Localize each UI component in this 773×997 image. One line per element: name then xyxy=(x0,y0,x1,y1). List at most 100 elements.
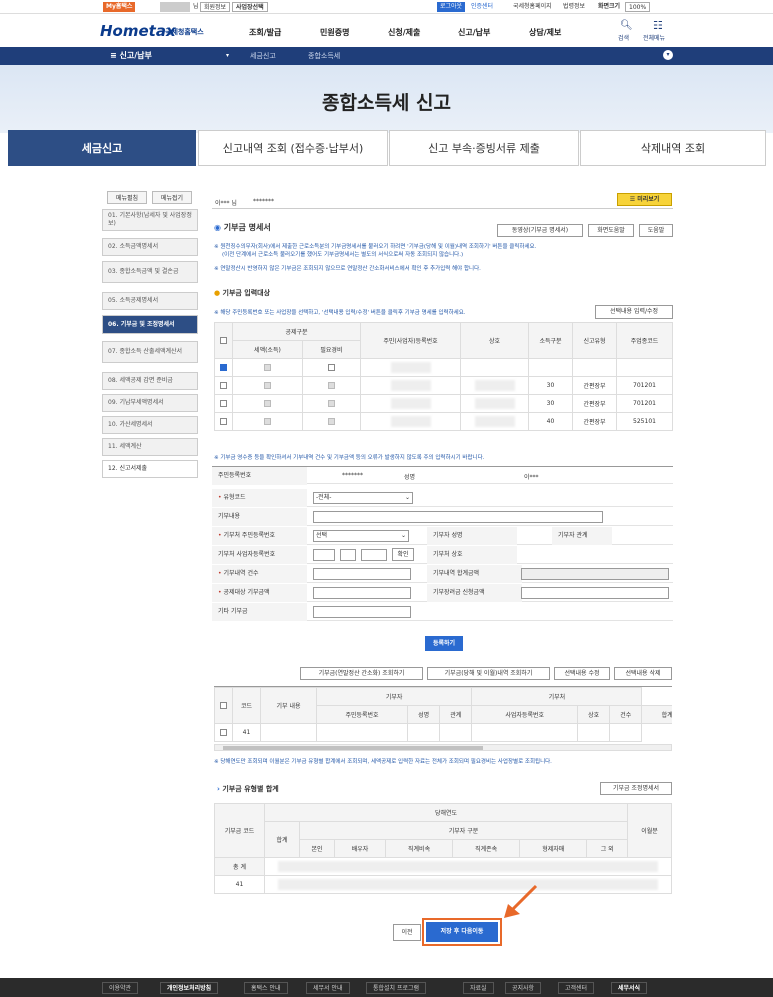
row-checkbox[interactable] xyxy=(220,382,227,389)
hometax-logo-sub: 국세청홈택스 xyxy=(165,28,204,36)
save-next-button[interactable]: 저장 후 다음이동 xyxy=(426,922,498,942)
code-row-label: 41 xyxy=(214,875,265,894)
count-input[interactable] xyxy=(313,568,411,580)
row-checkbox[interactable] xyxy=(220,729,227,736)
menu-consult[interactable]: 상담/제보 xyxy=(529,27,561,38)
content-input[interactable] xyxy=(313,511,603,523)
step-10[interactable]: 10. 가산세명세서 xyxy=(102,416,198,434)
cert-center-link[interactable]: 인증센터 xyxy=(468,2,496,12)
menu-expand-button[interactable]: 메뉴펼침 xyxy=(107,191,147,204)
nts-homepage-link[interactable]: 국세청홈페이지 xyxy=(510,2,555,12)
table-row[interactable] xyxy=(214,358,673,377)
footer-forms[interactable]: 세무서식 xyxy=(611,982,648,994)
all-menu-icon[interactable]: ☷ xyxy=(653,19,663,32)
content-label: 기부내용 xyxy=(212,508,307,526)
breadcrumb-level2[interactable]: 세금신고 xyxy=(250,51,276,61)
preview-button[interactable]: ☰ 미리보기 xyxy=(617,193,672,206)
table-row[interactable]: 40 간편장부 525101 xyxy=(214,412,673,431)
tab-report-history[interactable]: 신고내역 조회 (접수증·납부서) xyxy=(198,130,388,166)
row-checkbox[interactable] xyxy=(220,364,227,371)
etc-input[interactable] xyxy=(313,606,411,618)
breadcrumb-level3[interactable]: 종합소득세 xyxy=(308,51,340,61)
chevron-down-icon[interactable]: ▾ xyxy=(226,52,229,59)
tab-attachments[interactable]: 신고 부속·증빙서류 제출 xyxy=(389,130,579,166)
seaek-checkbox xyxy=(263,418,271,425)
jueop-cell: 525101 xyxy=(616,412,673,431)
footer-privacy[interactable]: 개인정보처리방침 xyxy=(160,982,219,994)
t3-header-total: 합계 xyxy=(264,821,300,858)
carryover-query-button[interactable]: 기부금(당해 및 이월)내역 조회하기 xyxy=(427,667,550,680)
t2-header-name: 성명 xyxy=(407,705,441,724)
header-checkbox[interactable] xyxy=(214,322,233,359)
footer-notice[interactable]: 공지사항 xyxy=(505,982,542,994)
singo-cell xyxy=(572,358,617,377)
tab-deleted-history[interactable]: 삭제내역 조회 xyxy=(580,130,766,166)
footer-library[interactable]: 자료실 xyxy=(463,982,494,994)
video-help-button[interactable]: 동영상(기부금 명세서) xyxy=(497,224,583,237)
biz-no-input-1[interactable] xyxy=(313,549,335,561)
menu-inquiry[interactable]: 조회/발급 xyxy=(249,27,281,38)
register-button[interactable]: 등록하기 xyxy=(425,636,463,651)
step-07[interactable]: 07. 종합소득 산출세액계산서 xyxy=(102,341,198,363)
yearend-query-button[interactable]: 기부금(연말정산 간소화) 조회하기 xyxy=(300,667,423,680)
table-row[interactable]: 30 간편장부 701201 xyxy=(214,376,673,395)
breadcrumb-section[interactable]: ≡ 신고/납부 xyxy=(110,50,152,61)
step-09[interactable]: 09. 기납부세액명세서 xyxy=(102,394,198,412)
help-button[interactable]: 도움말 xyxy=(639,224,673,237)
logout-button[interactable]: 로그아웃 xyxy=(437,2,466,12)
business-select-button[interactable]: 사업장선택 xyxy=(232,2,268,12)
menu-apply[interactable]: 신청/제출 xyxy=(388,27,420,38)
table-row: 총 계 xyxy=(214,857,672,876)
zoom-value[interactable]: 100% xyxy=(625,2,651,12)
checkbox-all[interactable] xyxy=(220,702,227,709)
type-code-select[interactable]: -전체- ⌄ xyxy=(313,492,413,504)
footer-support[interactable]: 고객센터 xyxy=(558,982,595,994)
breadcrumb-toggle-icon[interactable]: ▾ xyxy=(663,50,673,60)
t3-header-year: 당해연도 xyxy=(264,803,628,822)
biz-confirm-button[interactable]: 확인 xyxy=(392,548,414,561)
t2-header-sangho: 상호 xyxy=(577,705,611,724)
my-hometax-link[interactable]: My홈택스 xyxy=(103,2,136,12)
footer-office-guide[interactable]: 세무서 안내 xyxy=(306,982,350,994)
row-checkbox[interactable] xyxy=(220,400,227,407)
prev-button[interactable]: 이전 xyxy=(393,924,421,941)
menu-civil[interactable]: 민원증명 xyxy=(320,27,349,38)
table-row[interactable]: 30 간편장부 701201 xyxy=(214,394,673,413)
scrollbar-thumb[interactable] xyxy=(223,746,483,750)
t2-header-place: 기부처 xyxy=(471,687,643,706)
step-05[interactable]: 05. 소득공제명세서 xyxy=(102,292,198,310)
checkbox-all[interactable] xyxy=(220,337,227,344)
step-01[interactable]: 01. 기본사항(납세자 및 사업장정보) xyxy=(102,209,198,231)
biz-no-input-2[interactable] xyxy=(340,549,356,561)
menu-collapse-button[interactable]: 메뉴접기 xyxy=(152,191,192,204)
donor-jumin-select[interactable]: 선택 ⌄ xyxy=(313,530,409,542)
select-edit-button[interactable]: 선택내용 입력/수정 xyxy=(595,305,673,319)
row-checkbox[interactable] xyxy=(220,418,227,425)
step-03[interactable]: 03. 종합소득금액 및 결손금 xyxy=(102,261,198,283)
footer-terms[interactable]: 이용약관 xyxy=(102,982,139,994)
horizontal-scrollbar[interactable] xyxy=(214,744,672,751)
adjust-statement-button[interactable]: 기부금 조정명세서 xyxy=(600,782,672,795)
step-11[interactable]: 11. 세액계산 xyxy=(102,438,198,456)
tab-tax-report[interactable]: 세금신고 xyxy=(8,130,196,166)
code-row-blur xyxy=(278,879,658,890)
delete-selected-button[interactable]: 선택내용 삭제 xyxy=(614,667,672,680)
step-02[interactable]: 02. 소득금액명세서 xyxy=(102,238,198,256)
edit-selected-button[interactable]: 선택내용 수정 xyxy=(554,667,610,680)
encourage-input[interactable] xyxy=(521,587,669,599)
deduct-input[interactable] xyxy=(313,587,411,599)
footer-install[interactable]: 통합설치 프로그램 xyxy=(366,982,427,994)
footer-hometax-guide[interactable]: 홈택스 안내 xyxy=(244,982,288,994)
step-12[interactable]: 12. 신고서제출 xyxy=(102,460,198,478)
note-load-sub: (이전 단계에서 근로소득 불러오기를 했어도 기부금명세서는 별도의 서식으로… xyxy=(222,252,464,258)
menu-report[interactable]: 신고/납부 xyxy=(458,27,490,38)
biz-no-input-3[interactable] xyxy=(361,549,387,561)
screen-help-button[interactable]: 화면도움말 xyxy=(588,224,634,237)
preview-label: 미리보기 xyxy=(637,196,660,203)
step-08[interactable]: 08. 세액공제 감면 준비금 xyxy=(102,372,198,390)
table-row[interactable]: 41 xyxy=(214,723,673,742)
search-icon[interactable]: 🔍︎ xyxy=(620,20,633,31)
member-info-link[interactable]: 회원정보 xyxy=(200,2,231,12)
step-06[interactable]: 06. 기부금 및 조정명세서 xyxy=(102,315,198,334)
law-info-link[interactable]: 법령정보 xyxy=(560,2,588,12)
